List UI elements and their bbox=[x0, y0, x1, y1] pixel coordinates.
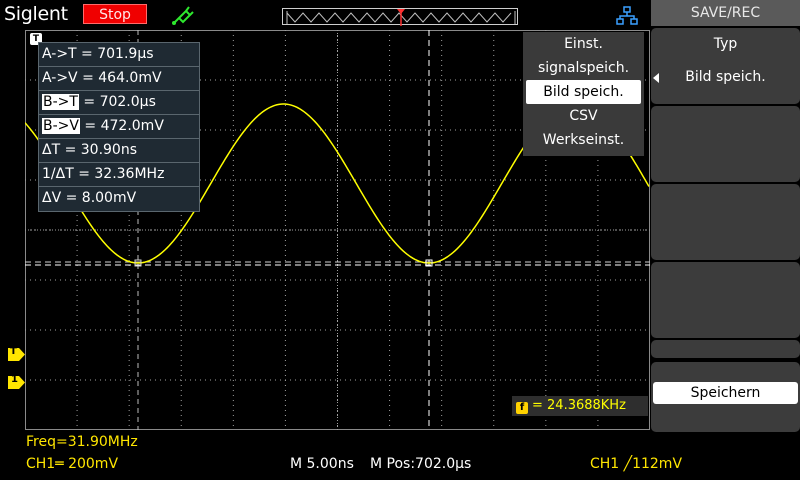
frequency-counter: f = 24.3688KHz bbox=[512, 396, 648, 416]
cursor-b-time-selected: B->T bbox=[42, 94, 79, 110]
status-freq: Freq=31.90MHz bbox=[26, 434, 138, 450]
cursor-measurement-panel: A->T = 701.9µs A->V = 464.0mV B->T = 702… bbox=[38, 42, 200, 212]
cursor-b-voltage-prefix: B-> bbox=[43, 118, 70, 134]
status-trigger: CH1 ╱112mV bbox=[590, 456, 683, 472]
delta-time-value: ΔT = 30.90ns bbox=[42, 142, 138, 158]
popup-item-csv[interactable]: CSV bbox=[523, 104, 644, 128]
inverse-delta-time-value: 1/ΔT = 32.36MHz bbox=[42, 166, 165, 182]
save-button[interactable]: Speichern bbox=[653, 382, 798, 404]
brand-logo: Siglent bbox=[4, 3, 68, 25]
inverse-delta-time: 1/ΔT = 32.36MHz bbox=[39, 163, 199, 187]
cursor-b-voltage-value: = 472.0mV bbox=[79, 118, 164, 134]
status-timebase: M 5.00ns bbox=[290, 456, 354, 472]
delta-voltage: ΔV = 8.00mV bbox=[39, 187, 199, 211]
run-stop-indicator[interactable]: Stop bbox=[83, 4, 147, 24]
ch1-ground-marker: 1 bbox=[8, 374, 26, 389]
status-ch1-scale: CH1═ 200mV bbox=[26, 456, 119, 472]
save-type-popup[interactable]: Einst. signalspeich. Bild speich. CSV We… bbox=[523, 32, 644, 156]
freq-counter-value: = 24.3688KHz bbox=[532, 398, 626, 413]
freq-counter-icon: f bbox=[516, 402, 528, 414]
cursor-a-voltage-value: A->V = 464.0mV bbox=[42, 70, 162, 86]
cursor-a-time: A->T = 701.9µs bbox=[39, 43, 199, 67]
cursor-b-voltage-selected: B->V bbox=[42, 118, 80, 134]
cursor-a-voltage: A->V = 464.0mV bbox=[39, 67, 199, 91]
softkey-type-label: Typ bbox=[713, 36, 738, 52]
cursor-b-time-hl: T bbox=[69, 94, 78, 110]
popup-item-image[interactable]: Bild speich. bbox=[526, 80, 641, 104]
trigger-level-label: T bbox=[10, 346, 17, 357]
ch1-marker-label: 1 bbox=[11, 374, 18, 385]
trigger-position-bar bbox=[282, 8, 518, 26]
popup-item-factory[interactable]: Werkseinst. bbox=[523, 128, 644, 152]
softkey-type[interactable]: Typ Bild speich. bbox=[651, 28, 800, 104]
softkey-4[interactable] bbox=[651, 262, 800, 338]
cursor-b-time-value: = 702.0µs bbox=[78, 94, 156, 110]
delta-voltage-value: ΔV = 8.00mV bbox=[42, 190, 137, 206]
probe-icon bbox=[170, 3, 194, 27]
status-mpos: M Pos:702.0µs bbox=[370, 456, 472, 472]
popup-item-settings[interactable]: Einst. bbox=[523, 32, 644, 56]
cursor-b-time-prefix: B-> bbox=[43, 94, 70, 110]
softkey-menu: SAVE/REC Typ Bild speich. Speichern bbox=[651, 0, 800, 480]
softkey-3[interactable] bbox=[651, 184, 800, 260]
softkey-2[interactable] bbox=[651, 106, 800, 182]
cursor-b-voltage-hl: V bbox=[69, 118, 79, 134]
cursor-b-time: B->T = 702.0µs bbox=[39, 91, 199, 115]
softkey-type-value: Bild speich. bbox=[685, 69, 766, 85]
softkey-5[interactable] bbox=[651, 340, 800, 358]
menu-title: SAVE/REC bbox=[651, 0, 800, 26]
cursor-a-time-value: A->T = 701.9µs bbox=[42, 46, 154, 62]
delta-time: ΔT = 30.90ns bbox=[39, 139, 199, 163]
popup-item-waveform[interactable]: signalspeich. bbox=[523, 56, 644, 80]
trigger-level-marker: T bbox=[8, 346, 26, 361]
softkey-save[interactable]: Speichern bbox=[651, 362, 800, 432]
network-icon bbox=[616, 6, 638, 26]
cursor-b-voltage: B->V = 472.0mV bbox=[39, 115, 199, 139]
